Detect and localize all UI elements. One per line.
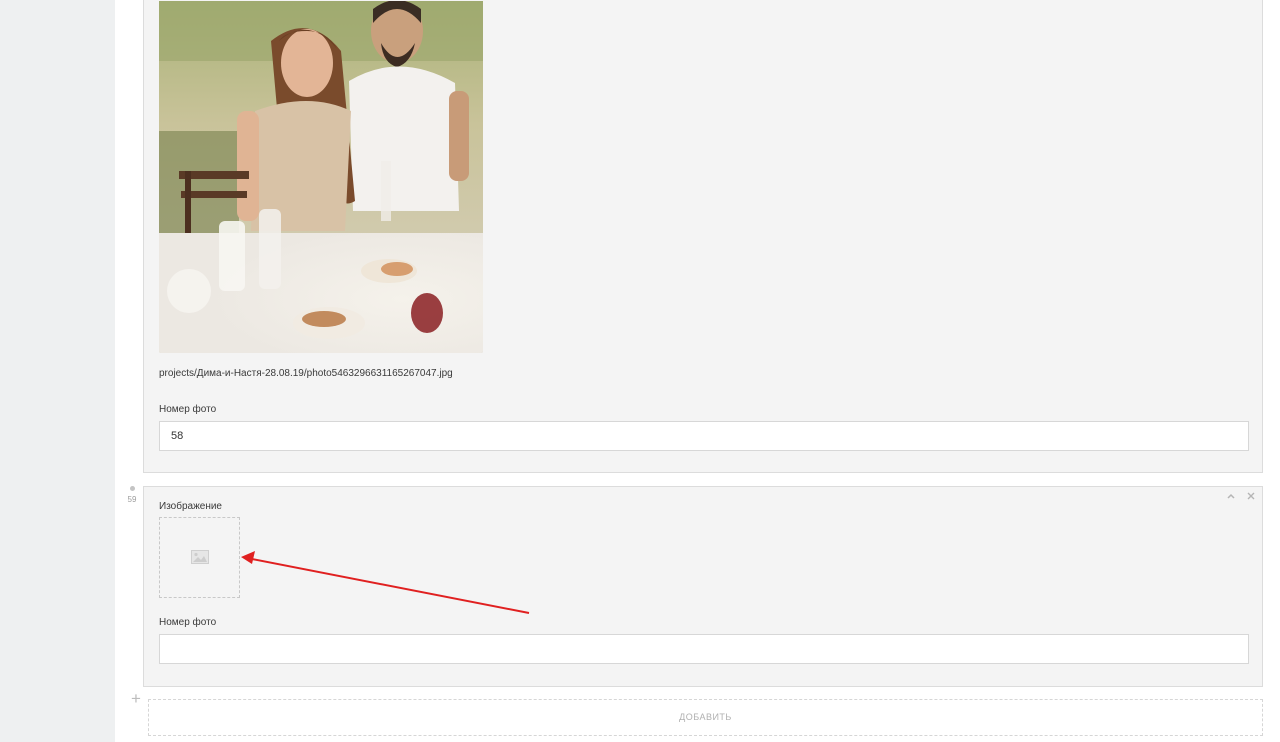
row-number: 59 bbox=[127, 495, 137, 504]
photo-image bbox=[159, 1, 483, 353]
uploaded-photo[interactable] bbox=[159, 1, 483, 353]
photo-number-input[interactable] bbox=[159, 634, 1249, 664]
left-gutter bbox=[0, 0, 115, 742]
row-index: 59 bbox=[124, 484, 140, 504]
image-label: Изображение bbox=[159, 501, 222, 512]
add-row-button[interactable]: ДОБАВИТЬ bbox=[148, 699, 1263, 736]
photo-number-label: Номер фото bbox=[159, 617, 217, 628]
repeater-row: Изображение Номер фото bbox=[143, 486, 1263, 687]
image-upload-placeholder[interactable] bbox=[159, 517, 240, 598]
plus-icon[interactable]: + bbox=[128, 690, 144, 707]
photo-number-input[interactable] bbox=[159, 421, 1249, 451]
chevron-up-icon[interactable] bbox=[1224, 491, 1238, 505]
close-icon[interactable] bbox=[1244, 491, 1258, 505]
image-file-path: projects/Дима-и-Настя-28.08.19/photo5463… bbox=[159, 368, 453, 379]
photo-number-label: Номер фото bbox=[159, 404, 217, 415]
drag-handle-dot[interactable] bbox=[129, 486, 135, 491]
repeater-row: projects/Дима-и-Настя-28.08.19/photo5463… bbox=[143, 0, 1263, 473]
image-icon bbox=[191, 550, 209, 569]
